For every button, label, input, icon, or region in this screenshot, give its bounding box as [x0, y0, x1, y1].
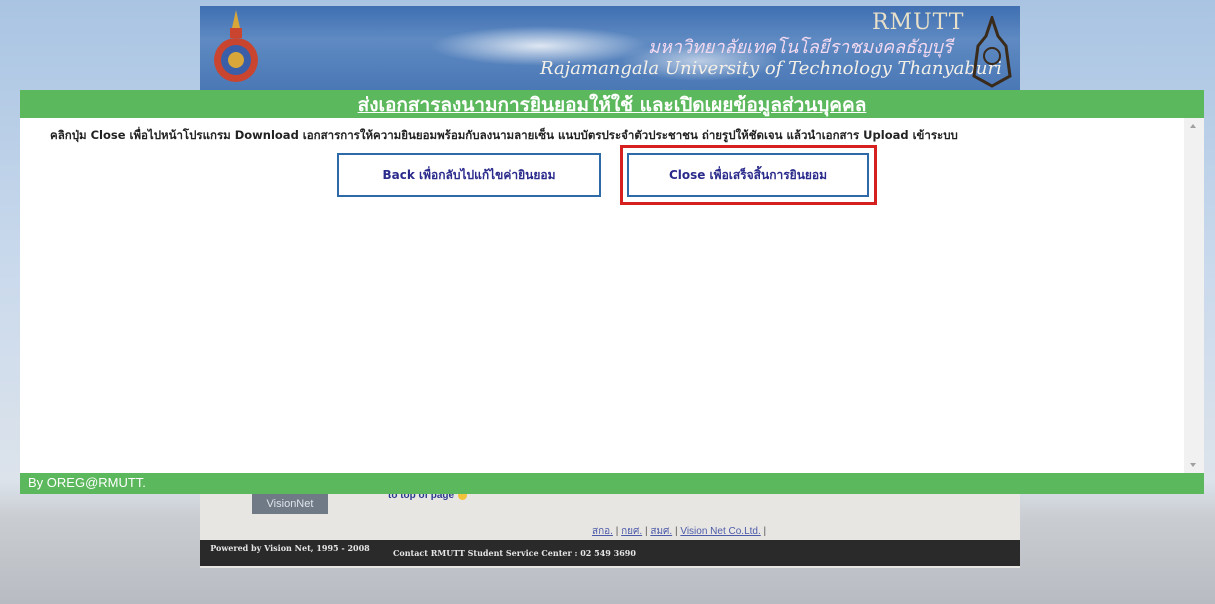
close-button[interactable]: Close เพื่อเสร็จสิ้นการยินยอม — [627, 153, 869, 197]
university-emblem-icon — [214, 10, 258, 82]
footer-link[interactable]: สกอ. — [592, 526, 613, 537]
back-button[interactable]: Back เพื่อกลับไปแก้ไขค่ายินยอม — [337, 153, 601, 197]
consent-modal: ส่งเอกสารลงนามการยินยอมให้ใช้ และเปิดเผย… — [20, 90, 1204, 494]
footer-link[interactable]: สมศ. — [650, 526, 672, 537]
instruction-text: คลิกปุ่ม Close เพื่อไปหน้าโปรแกรม Downlo… — [50, 128, 958, 142]
modal-footer: By OREG@RMUTT. — [20, 473, 1204, 494]
university-banner: RMUTT มหาวิทยาลัยเทคโนโลยีราชมงคลธัญบุรี… — [200, 6, 1020, 90]
footer-link[interactable]: กยศ. — [621, 526, 642, 537]
modal-title: ส่งเอกสารลงนามการยินยอมให้ใช้ และเปิดเผย… — [357, 94, 867, 116]
university-english-name: Rajamangala University of Technology Tha… — [540, 58, 1002, 79]
scroll-down-icon[interactable] — [1190, 463, 1196, 467]
modal-scrollbar[interactable] — [1184, 118, 1204, 473]
university-thai-name: มหาวิทยาลัยเทคโนโลยีราชมงคลธัญบุรี — [648, 37, 953, 58]
footer-links: สกอ. | กยศ. | สมศ. | Vision Net Co.Ltd. … — [592, 526, 767, 537]
modal-content: คลิกปุ่ม Close เพื่อไปหน้าโปรแกรม Downlo… — [20, 118, 1184, 473]
footer-link[interactable]: Vision Net Co.Ltd. — [680, 526, 760, 537]
contact-text: Contact RMUTT Student Service Center : 0… — [393, 548, 636, 558]
scroll-up-icon[interactable] — [1190, 124, 1196, 128]
visionnet-logo: VisionNet — [252, 494, 328, 514]
modal-footer-text: By OREG@RMUTT. — [28, 475, 146, 490]
powered-by-bar: Powered by Vision Net, 1995 - 2008 Conta… — [200, 540, 1020, 566]
ornament-icon — [972, 16, 1012, 88]
modal-titlebar: ส่งเอกสารลงนามการยินยอมให้ใช้ และเปิดเผย… — [20, 90, 1204, 118]
powered-by-text: Powered by Vision Net, 1995 - 2008 — [210, 543, 370, 553]
